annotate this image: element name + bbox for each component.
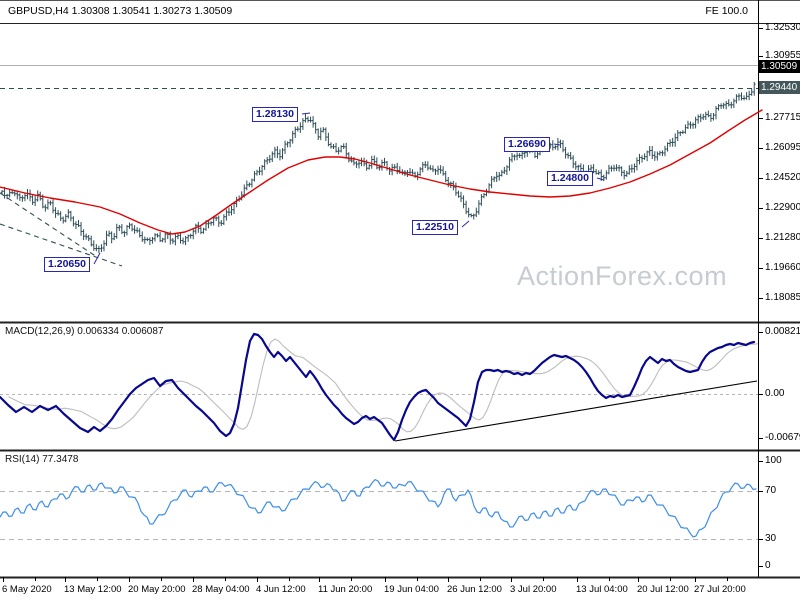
chart-line [93,252,101,265]
time-axis-label: 13 Jul 04:00 [576,584,628,595]
resistance-price-label: 1.29440 [759,81,800,94]
time-axis-label: 13 May 12:00 [64,584,122,595]
price-annotation[interactable]: 1.22510 [412,220,458,235]
chart-line [596,177,605,181]
price-axis-label: 1.21280 [765,232,800,243]
macd-indicator-label: MACD(12,26,9) 0.006334 0.006087 [5,326,164,337]
price-axis-label: 1.19660 [765,262,800,273]
time-axis-label: 20 May 20:00 [128,584,186,595]
price-annotation[interactable]: 1.26690 [504,137,550,152]
indicator-line [8,338,758,433]
rsi-axis-label: 70 [765,485,777,496]
time-axis-label: 26 Jun 12:00 [447,584,502,595]
chart-line [301,112,311,115]
time-axis-label: 20 Jul 12:00 [637,584,689,595]
price-annotation[interactable]: 1.28130 [252,107,298,122]
rsi-axis-label: 100 [765,455,782,466]
price-axis-label: 1.32530 [765,22,800,33]
candlestick-series [0,81,756,254]
macd-axis-label: 0.008213 [765,326,800,337]
time-axis-label: 27 Jul 20:00 [694,584,746,595]
price-axis-label: 1.24520 [765,172,800,183]
price-annotation[interactable]: 1.20650 [44,257,90,272]
rsi-indicator-label: RSI(14) 77.3478 [5,454,79,465]
indicator-line [0,479,757,538]
time-axis-label: 28 May 04:00 [192,584,250,595]
price-annotation[interactable]: 1.24800 [547,171,593,186]
indicator-line [0,332,756,442]
rsi-axis-label: 30 [765,533,777,544]
rsi-axis-label: 0 [765,560,771,571]
time-axis-label: 19 Jun 04:00 [384,584,439,595]
price-axis-label: 1.26095 [765,142,800,153]
price-axis-label: 1.27715 [765,112,800,123]
watermark: ActionForex.com [517,261,728,291]
time-axis-label: 4 Jun 12:00 [256,584,306,595]
price-axis-label: 1.22900 [765,202,800,213]
mt4-chart-window: GBPUSD,H4 1.30308 1.30541 1.30273 1.3050… [0,0,800,600]
price-axis-label: 1.18085 [765,292,800,303]
indicator-line [0,109,763,235]
chart-canvas[interactable] [0,0,800,600]
macd-axis-label: 0.00 [765,388,785,399]
chart-line [461,220,470,228]
time-axis-label: 3 Jul 20:00 [510,584,557,595]
time-axis-label: 11 Jun 20:00 [318,584,373,595]
time-axis-label: 6 May 2020 [2,584,52,595]
current-price-label: 1.30509 [759,60,800,73]
macd-axis-label: -0.006796 [765,432,800,443]
chart-line [553,143,561,146]
